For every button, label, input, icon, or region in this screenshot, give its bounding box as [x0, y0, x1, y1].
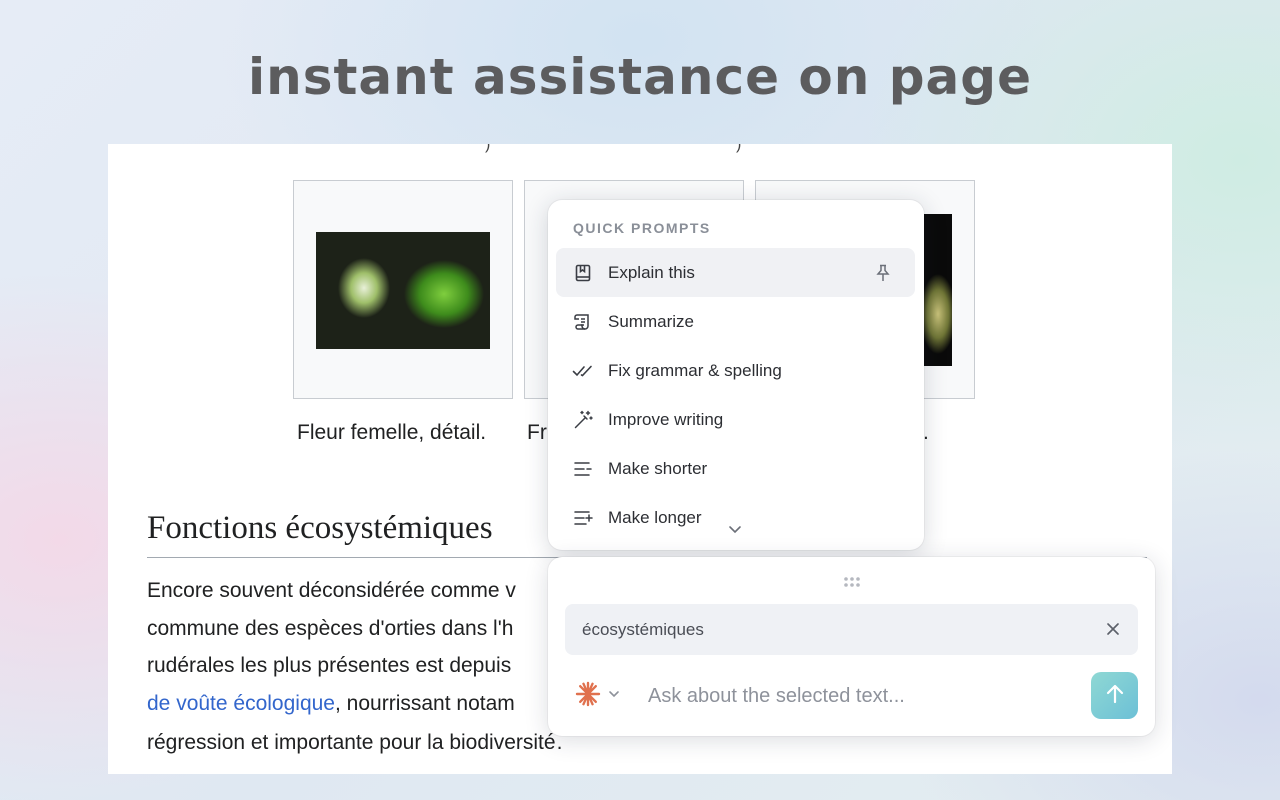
selected-text: écosystémiques [582, 620, 704, 639]
paragraph-line: de voûte écologique, nourrissant notam [147, 692, 515, 716]
chevron-down-icon [607, 687, 621, 706]
text-shorter-icon [572, 458, 594, 480]
prompt-label: Summarize [608, 311, 694, 331]
nettle-photo [922, 214, 952, 366]
prompt-fix-grammar[interactable]: Fix grammar & spelling [556, 346, 915, 395]
prompt-make-shorter[interactable]: Make shorter [556, 444, 915, 493]
text-longer-icon [572, 507, 594, 529]
clipped-glyph: ) [736, 144, 742, 153]
arrow-up-icon [1104, 683, 1126, 708]
book-icon [572, 262, 594, 284]
quick-prompts-panel: QUICK PROMPTS Explain this Summarize Fix… [548, 200, 924, 550]
headline: instant assistance on page [248, 48, 1032, 106]
chevron-down-icon[interactable] [726, 520, 744, 538]
paragraph-line: Encore souvent déconsidérée comme v [147, 579, 516, 602]
claude-asterisk-icon [575, 681, 601, 712]
prompt-explain-this[interactable]: Explain this [556, 248, 915, 297]
quick-prompts-title: QUICK PROMPTS [573, 220, 711, 236]
clipped-glyph: ) [485, 144, 491, 153]
model-picker[interactable] [575, 681, 625, 712]
paragraph-line: commune des espèces d'orties dans l'h [147, 617, 514, 640]
link-voute-ecologique[interactable]: de voûte écologique [147, 692, 335, 715]
selected-text-chip: écosystémiques [565, 604, 1138, 655]
prompt-label: Make shorter [608, 458, 708, 478]
prompt-summarize[interactable]: Summarize [556, 297, 915, 346]
prompt-label: Make longer [608, 507, 702, 527]
image-caption: Fr [527, 421, 547, 444]
magic-wand-icon [572, 409, 594, 431]
nettle-photo [316, 232, 490, 349]
prompt-label: Fix grammar & spelling [608, 360, 782, 380]
close-icon[interactable] [1105, 621, 1121, 637]
prompt-improve-writing[interactable]: Improve writing [556, 395, 915, 444]
prompt-label: Improve writing [608, 409, 724, 429]
send-button[interactable] [1091, 672, 1138, 719]
double-check-icon [572, 360, 594, 382]
paragraph-line: rudérales les plus présentes est depuis [147, 654, 512, 677]
scroll-icon [572, 311, 594, 333]
paragraph-line: régression et importante pour la biodive… [147, 731, 563, 754]
ask-chat-box: écosystémiques [548, 557, 1155, 736]
image-caption: Fleur femelle, détail. [297, 421, 487, 444]
image-thumbnail-female-flower[interactable] [293, 180, 513, 399]
pin-icon[interactable] [873, 263, 893, 283]
prompt-label: Explain this [608, 262, 695, 282]
drag-handle-icon[interactable] [842, 575, 862, 587]
ask-input[interactable] [648, 679, 1068, 713]
paragraph-text: , nourrissant notam [335, 692, 515, 715]
paragraph-text: régression et importante pour la biodive… [147, 731, 556, 754]
